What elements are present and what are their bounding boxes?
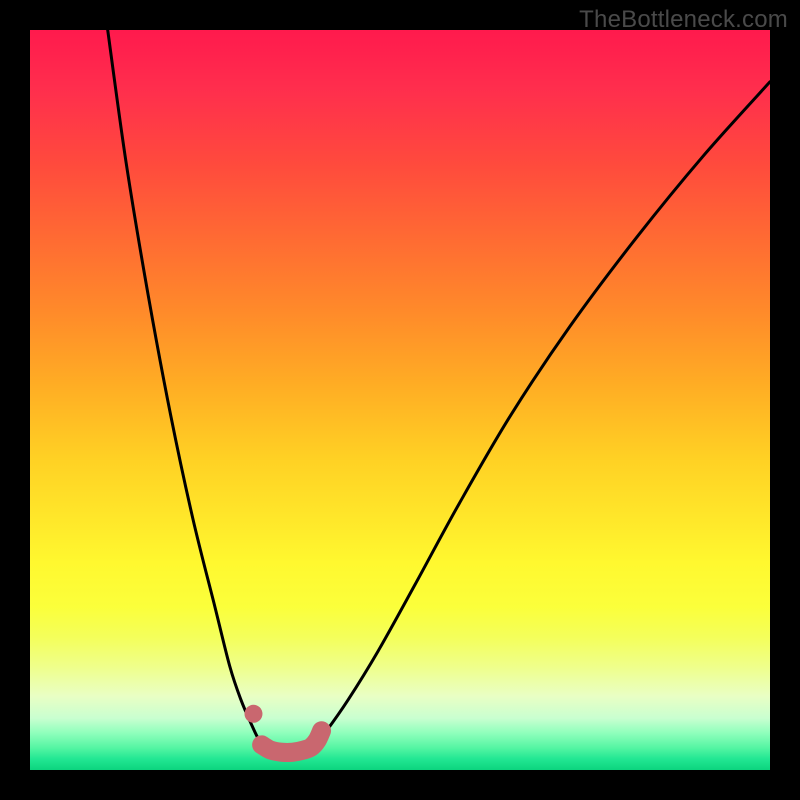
chart-svg (30, 30, 770, 770)
marker-dot (244, 705, 262, 723)
chart-frame: TheBottleneck.com (0, 0, 800, 800)
curve-curve-left (108, 30, 267, 746)
curve-curve-right (315, 82, 770, 745)
plot-area (30, 30, 770, 770)
marker-band (262, 731, 322, 753)
